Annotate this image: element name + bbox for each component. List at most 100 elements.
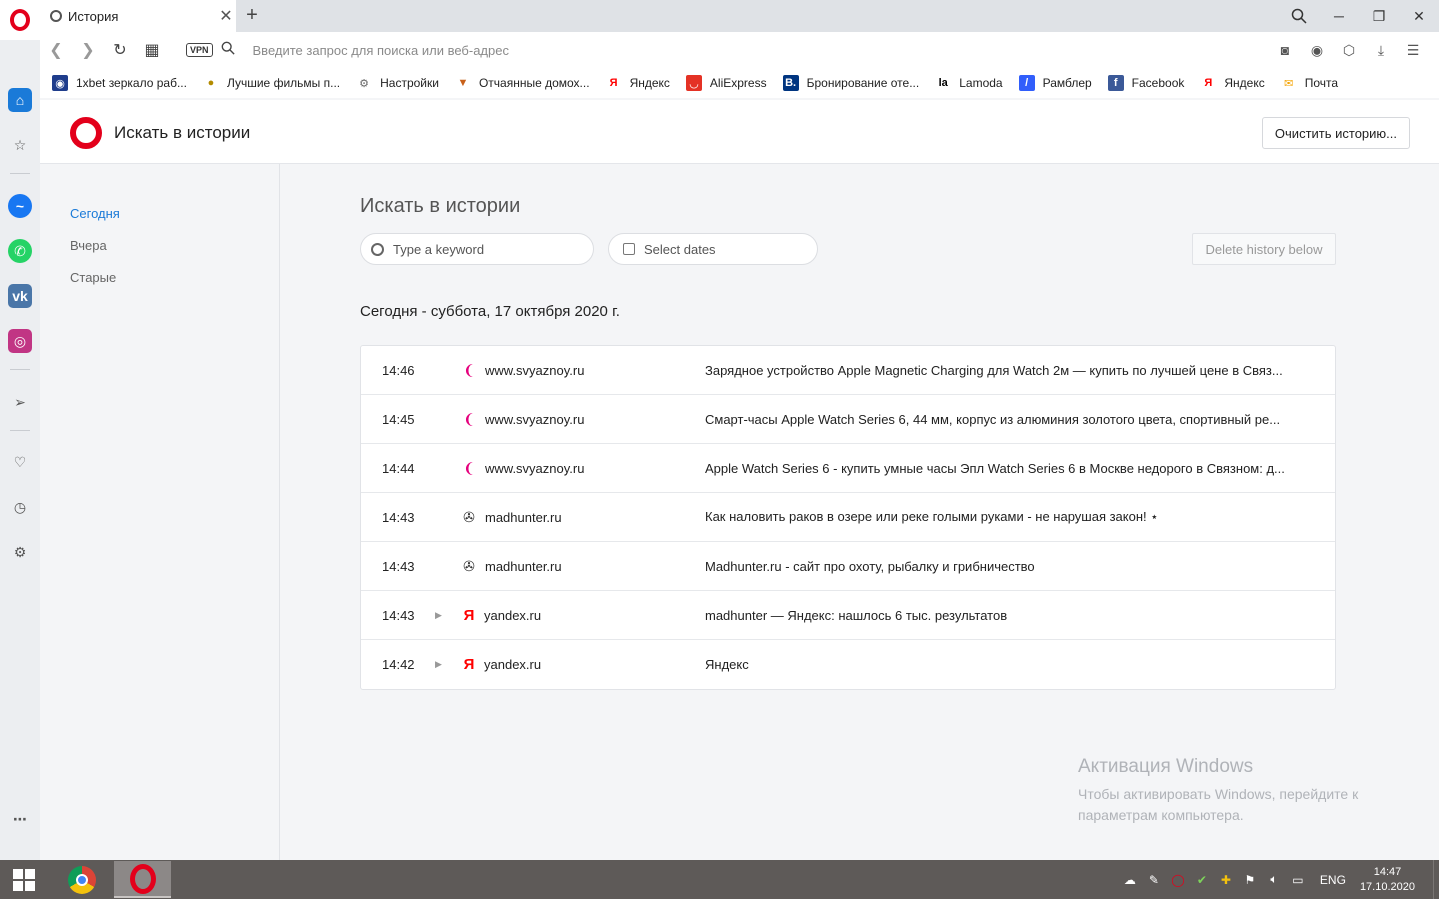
history-title[interactable]: Яндекс bbox=[705, 657, 1285, 672]
history-row[interactable]: 14:45 ❨ www.svyaznoy.ru Смарт-часы Apple Wa… bbox=[361, 395, 1335, 444]
history-time: 14:45 bbox=[382, 411, 415, 427]
history-time: 14:43 bbox=[382, 558, 415, 574]
clear-history-button[interactable]: Очистить историю... bbox=[1261, 117, 1410, 149]
restore-button[interactable]: ❐ bbox=[1359, 0, 1399, 32]
close-tab-icon[interactable]: ✕ bbox=[216, 6, 236, 26]
history-title[interactable]: Madhunter.ru - сайт про охоту, рыбалку и… bbox=[705, 559, 1285, 574]
keyword-search-box[interactable] bbox=[360, 233, 594, 265]
keyword-input[interactable] bbox=[393, 241, 583, 257]
history-row[interactable]: 14:43 ✇ madhunter.ru Madhunter.ru - сайт пр… bbox=[361, 542, 1335, 591]
delete-history-below-button[interactable]: Delete history below bbox=[1192, 233, 1336, 265]
history-domain[interactable]: www.svyaznoy.ru bbox=[485, 363, 584, 378]
history-row[interactable]: 14:43 ▶ Яyandex.ru madhunter — Яндекс: нашл… bbox=[361, 591, 1335, 640]
forward-button[interactable]: ❯ bbox=[72, 34, 104, 66]
history-domain[interactable]: yandex.ru bbox=[484, 657, 541, 672]
back-button[interactable]: ❮ bbox=[40, 34, 72, 66]
show-desktop-button[interactable] bbox=[1433, 860, 1439, 899]
new-tab-button[interactable]: + bbox=[240, 4, 264, 28]
update-icon[interactable]: ✚ bbox=[1214, 873, 1238, 887]
minimize-button[interactable]: ─ bbox=[1319, 0, 1359, 32]
bookmark-item[interactable]: Я Яндекс bbox=[1200, 75, 1264, 91]
instagram-icon[interactable]: ◎ bbox=[8, 329, 32, 353]
pen-icon[interactable]: ✎ bbox=[1142, 873, 1166, 887]
globe-icon[interactable]: ◉ bbox=[1301, 42, 1333, 59]
bookmark-item[interactable]: f Facebook bbox=[1107, 75, 1184, 91]
history-title[interactable]: Зарядное устройство Apple Magnetic Charg… bbox=[705, 363, 1285, 378]
star-icon[interactable]: ☆ bbox=[8, 133, 32, 157]
history-row[interactable]: 14:44 ❨ www.svyaznoy.ru Apple Watch Series … bbox=[361, 444, 1335, 493]
tiles-icon[interactable]: ▦ bbox=[136, 34, 168, 66]
history-domain[interactable]: madhunter.ru bbox=[485, 510, 562, 525]
cube-icon[interactable]: ⬡ bbox=[1333, 42, 1365, 59]
more-icon[interactable]: ⋯ bbox=[8, 807, 32, 831]
tab-history[interactable]: История ✕ bbox=[40, 0, 236, 32]
nav-yesterday[interactable]: Вчера bbox=[70, 238, 107, 253]
taskbar: ☁ ✎ ◯ ✔ ✚ ⚑ 🔈︎ ▭ ENG 14:47 17.10.2020 bbox=[0, 860, 1439, 899]
easy-setup-icon[interactable]: ☰ bbox=[1397, 42, 1429, 59]
nav-older[interactable]: Старые bbox=[70, 270, 116, 285]
svyaznoy-icon: ❨ bbox=[463, 410, 475, 427]
messenger-icon[interactable]: ~ bbox=[8, 194, 32, 218]
nav-today[interactable]: Сегодня bbox=[70, 206, 120, 221]
heart-icon[interactable]: ♡ bbox=[8, 450, 32, 474]
history-row[interactable]: 14:43 ✇ madhunter.ru Как наловить раков в о… bbox=[361, 493, 1335, 542]
whatsapp-icon[interactable]: ✆ bbox=[8, 239, 32, 263]
reload-button[interactable]: ↻ bbox=[104, 34, 136, 66]
bookmark-label: Почта bbox=[1304, 76, 1339, 90]
history-row[interactable]: 14:46 ❨ www.svyaznoy.ru Зарядное устройство… bbox=[361, 346, 1335, 395]
vpn-badge[interactable]: VPN bbox=[186, 43, 213, 57]
network-icon[interactable]: ▭ bbox=[1286, 873, 1310, 887]
expand-arrow-icon[interactable]: ▶ bbox=[435, 610, 442, 621]
history-time: 14:43 bbox=[382, 509, 415, 525]
taskbar-opera[interactable] bbox=[114, 861, 171, 898]
bookmark-item[interactable]: B. Бронирование оте... bbox=[782, 75, 919, 91]
history-domain[interactable]: madhunter.ru bbox=[485, 559, 562, 574]
settings-gear-icon[interactable]: ⚙ bbox=[8, 540, 32, 564]
security-icon[interactable]: ✔ bbox=[1190, 873, 1214, 887]
bookmark-item[interactable]: ✉ Почта bbox=[1281, 75, 1338, 91]
bookmark-label: Яндекс bbox=[629, 76, 670, 90]
bookmark-item[interactable]: la Lamoda bbox=[935, 75, 1003, 91]
bookmark-item[interactable]: / Рамблер bbox=[1018, 75, 1092, 91]
svyaznoy-icon: ❨ bbox=[463, 459, 475, 476]
history-page: Искать в истории Очистить историю... Сег… bbox=[40, 100, 1439, 860]
history-domain[interactable]: yandex.ru bbox=[484, 608, 541, 623]
language-indicator[interactable]: ENG bbox=[1320, 873, 1346, 887]
sidebar-divider bbox=[10, 173, 30, 174]
tab-search-icon[interactable] bbox=[1279, 0, 1319, 32]
bookmark-item[interactable]: ▼ Отчаянные домох... bbox=[455, 75, 590, 91]
address-bar: ❮ ❯ ↻ ▦ VPN ◙ ◉ ⬡ ⤓ ☰ bbox=[40, 32, 1439, 68]
close-window-button[interactable]: ✕ bbox=[1399, 0, 1439, 32]
history-title[interactable]: Apple Watch Series 6 - купить умные часы… bbox=[705, 461, 1285, 476]
bookmark-item[interactable]: ⚙ Настройки bbox=[356, 75, 439, 91]
start-button[interactable] bbox=[0, 860, 48, 899]
history-title[interactable]: Как наловить раков в озере или реке голы… bbox=[705, 509, 1285, 525]
history-domain[interactable]: www.svyaznoy.ru bbox=[485, 412, 584, 427]
select-dates-button[interactable]: Select dates bbox=[608, 233, 818, 265]
bookmark-item[interactable]: ◉ 1xbet зеркало раб... bbox=[52, 75, 187, 91]
cloud-icon[interactable]: ☁ bbox=[1118, 873, 1142, 887]
bookmark-item[interactable]: ◡ AliExpress bbox=[685, 75, 767, 91]
send-icon[interactable]: ➢ bbox=[8, 390, 32, 414]
bookmark-item[interactable]: ● Лучшие фильмы п... bbox=[203, 75, 340, 91]
history-domain[interactable]: www.svyaznoy.ru bbox=[485, 461, 584, 476]
volume-icon[interactable]: 🔈︎ bbox=[1262, 872, 1286, 887]
history-row[interactable]: 14:42 ▶ Яyandex.ru Яндекс bbox=[361, 640, 1335, 689]
home-icon[interactable]: ⌂ bbox=[8, 88, 32, 112]
opera-menu-button[interactable] bbox=[0, 0, 40, 40]
address-input[interactable] bbox=[252, 42, 1153, 58]
opera-tray-icon[interactable]: ◯ bbox=[1166, 873, 1190, 887]
vk-icon[interactable]: vk bbox=[8, 284, 32, 308]
page-title: Искать в истории bbox=[114, 123, 251, 142]
download-icon[interactable]: ⤓ bbox=[1365, 42, 1397, 59]
expand-arrow-icon[interactable]: ▶ bbox=[435, 659, 442, 670]
flag-icon[interactable]: ⚑ bbox=[1238, 873, 1262, 887]
history-title[interactable]: madhunter — Яндекс: нашлось 6 тыс. резул… bbox=[705, 608, 1285, 623]
lamoda-icon: la bbox=[938, 77, 948, 89]
bookmark-item[interactable]: Я Яндекс bbox=[606, 75, 670, 91]
taskbar-chrome[interactable] bbox=[53, 861, 110, 898]
history-title[interactable]: Смарт-часы Apple Watch Series 6, 44 мм, … bbox=[705, 412, 1285, 427]
camera-icon[interactable]: ◙ bbox=[1269, 42, 1301, 58]
history-icon[interactable]: ◷ bbox=[8, 495, 32, 519]
clock[interactable]: 14:47 17.10.2020 bbox=[1360, 865, 1415, 895]
